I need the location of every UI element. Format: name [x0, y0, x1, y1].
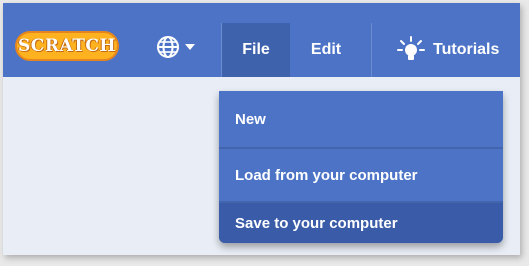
menu-separator	[371, 23, 372, 77]
menu-item-load-from-computer[interactable]: Load from your computer	[219, 149, 503, 201]
tutorials-label: Tutorials	[433, 41, 500, 58]
globe-icon	[155, 34, 181, 60]
file-menu-button[interactable]: File	[222, 23, 290, 77]
logo-text: SCRATCH	[18, 36, 116, 56]
scratch-logo[interactable]: SCRATCH	[15, 31, 119, 61]
menu-item-new[interactable]: New	[219, 91, 503, 147]
edit-menu-label: Edit	[310, 41, 342, 58]
menu-item-label: Load from your computer	[235, 166, 418, 184]
menu-item-label: New	[235, 110, 266, 128]
menu-item-label: Save to your computer	[235, 214, 398, 232]
file-dropdown-menu: New Load from your computer Save to your…	[219, 91, 503, 243]
file-menu-label: File	[242, 41, 270, 58]
tutorials-button[interactable]: Tutorials	[383, 23, 520, 77]
app-window: SCRATCH File Edit Tutorials New Load fro…	[3, 3, 520, 255]
menu-item-save-to-computer[interactable]: Save to your computer	[219, 203, 503, 243]
language-menu-button[interactable]	[155, 33, 195, 61]
lightbulb-icon	[397, 36, 425, 64]
edit-menu-button[interactable]: Edit	[291, 23, 361, 77]
caret-down-icon	[185, 43, 195, 51]
